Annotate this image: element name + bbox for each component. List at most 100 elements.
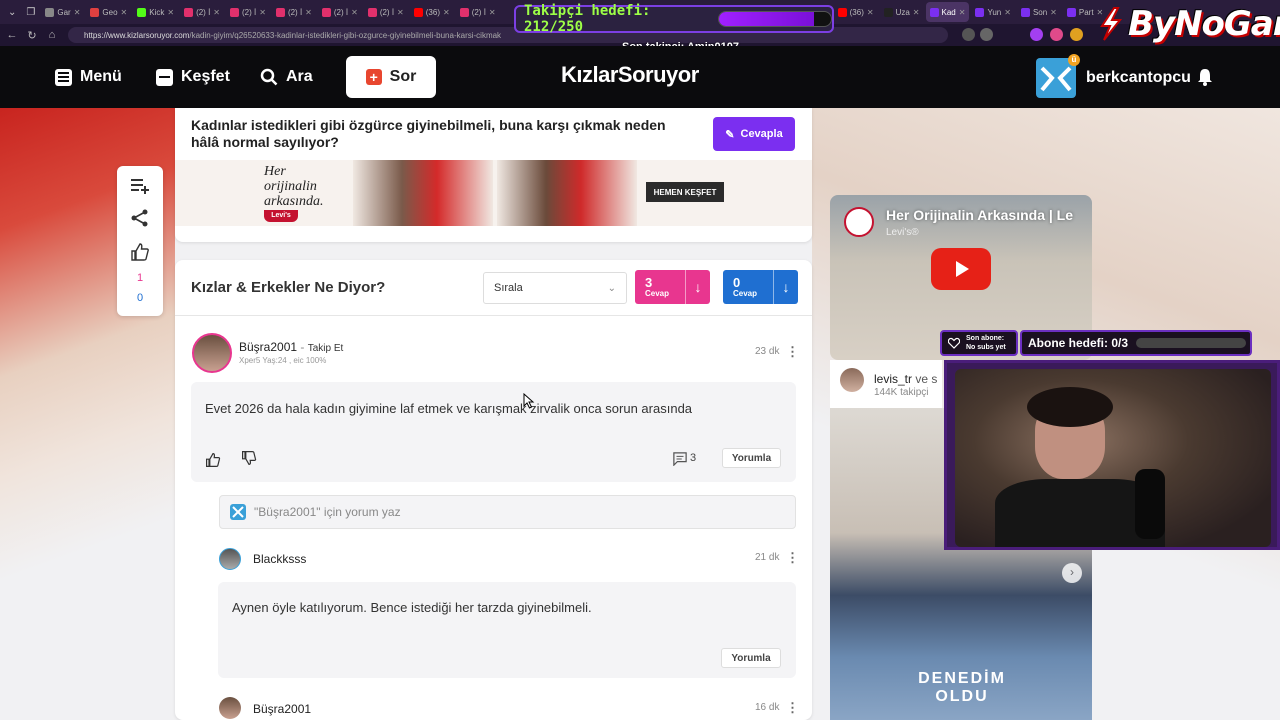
comment-icon[interactable]	[673, 452, 687, 466]
levis-profile-row[interactable]: levis_tr ve s 144K takipçi	[830, 360, 942, 408]
extension-icon[interactable]	[1070, 28, 1083, 41]
explore-button[interactable]: Keşfet	[156, 68, 230, 86]
browser-tab[interactable]: (2) İ ✕	[456, 2, 500, 22]
answers-card: Kızlar & Erkekler Ne Diyor? Sırala ⌄ 3 Ce…	[175, 260, 812, 720]
levis-followers: 144K takipçi	[874, 387, 929, 398]
follower-goal-widget: Takipçi hedefi: 212/250	[514, 3, 834, 35]
more-options-icon[interactable]: ⋮	[786, 700, 799, 716]
heart-icon	[948, 337, 960, 349]
tab-close-icon[interactable]: ✕	[351, 8, 358, 17]
share-icon[interactable]	[980, 28, 993, 41]
sort-select[interactable]: Sırala ⌄	[483, 272, 627, 304]
play-icon[interactable]	[931, 248, 991, 290]
answer-button[interactable]: ✎ Cevapla	[713, 117, 795, 151]
plus-icon: +	[365, 69, 382, 85]
boys-answers-button[interactable]: 0 Cevap ↓	[723, 270, 798, 304]
browser-tab[interactable]: Uza ✕	[880, 2, 924, 22]
browser-tab[interactable]: (2) İ ✕	[364, 2, 408, 22]
tab-favicon-icon	[275, 7, 285, 17]
chevron-right-icon[interactable]: ›	[1062, 563, 1082, 583]
explore-label: Keşfet	[181, 68, 230, 85]
avatar[interactable]	[192, 333, 232, 373]
avatar[interactable]	[219, 548, 241, 570]
girls-answer-label: Cevap	[645, 288, 670, 298]
more-options-icon[interactable]: ⋮	[786, 344, 799, 360]
post-author[interactable]: Büşra2001 - Takip Et	[239, 340, 343, 354]
browser-tab[interactable]: Geo ✕	[86, 2, 131, 22]
tab-close-icon[interactable]: ✕	[213, 8, 220, 17]
browser-tab[interactable]: Son ✕	[1017, 2, 1061, 22]
site-header: Menü Keşfet Ara + Sor KızlarSoruyor ü be…	[0, 46, 1280, 108]
browser-tab[interactable]: Yun ✕	[971, 2, 1015, 22]
comment-count: 3	[690, 452, 697, 464]
add-to-list-icon[interactable]	[130, 176, 150, 196]
browser-tab[interactable]: Gar ✕	[41, 2, 84, 22]
tab-label: Kick	[149, 7, 165, 17]
menu-icon	[55, 68, 72, 86]
tab-overview-button[interactable]: ❐	[22, 2, 39, 22]
extension-icon[interactable]	[1030, 28, 1043, 41]
tab-close-icon[interactable]: ✕	[489, 8, 496, 17]
tab-close-icon[interactable]: ✕	[959, 8, 966, 17]
tab-close-icon[interactable]: ✕	[443, 8, 450, 17]
thumbs-up-icon[interactable]	[130, 242, 150, 262]
tab-favicon-icon	[1020, 7, 1030, 17]
floating-action-bar: 1 0	[117, 166, 163, 316]
browser-tab[interactable]: (36) ✕	[410, 2, 454, 22]
reply-username[interactable]: Blackksss	[253, 552, 306, 566]
browser-tab[interactable]: (36) ✕	[834, 2, 878, 22]
tab-menu-button[interactable]: ⌄	[4, 2, 20, 22]
menu-button[interactable]: Menü	[55, 68, 122, 86]
home-icon[interactable]: ⌂	[46, 29, 58, 41]
mouse-cursor-icon	[523, 393, 535, 409]
follower-goal-label: Takipçi hedefi: 212/250	[524, 3, 651, 35]
extension-icon[interactable]	[1050, 28, 1063, 41]
tab-close-icon[interactable]: ✕	[1050, 8, 1057, 17]
site-logo[interactable]: KızlarSoruyor	[561, 62, 699, 88]
thumbs-down-icon[interactable]	[241, 450, 257, 466]
comment-button[interactable]: Yorumla	[722, 448, 781, 468]
follow-link[interactable]: Takip Et	[308, 343, 344, 354]
video-title: Her Orijinalin Arkasında | Le	[886, 207, 1074, 223]
browser-tab[interactable]: (2) İ ✕	[272, 2, 316, 22]
browser-tab[interactable]: Kad ✕	[925, 2, 970, 22]
tab-close-icon[interactable]: ✕	[167, 8, 174, 17]
avatar[interactable]	[219, 697, 241, 719]
zoom-icon[interactable]	[962, 28, 975, 41]
browser-tab[interactable]: (2) İ ✕	[226, 2, 270, 22]
back-icon[interactable]: ←	[6, 29, 18, 41]
reply-username[interactable]: Büşra2001	[253, 702, 311, 716]
bell-icon[interactable]	[1197, 68, 1213, 86]
tab-close-icon[interactable]: ✕	[305, 8, 312, 17]
comment-button[interactable]: Yorumla	[721, 648, 781, 668]
browser-tab[interactable]: Kick ✕	[133, 2, 178, 22]
levis-banner-ad[interactable]: Her orijinalin arkasında. Levi's HEMEN K…	[175, 160, 812, 226]
ask-button[interactable]: + Sor	[346, 56, 436, 98]
thumbs-up-icon[interactable]	[205, 452, 221, 468]
levis-profile-name: levis_tr ve s	[874, 372, 938, 386]
tab-close-icon[interactable]: ✕	[867, 8, 874, 17]
tab-close-icon[interactable]: ✕	[913, 8, 920, 17]
tab-favicon-icon	[45, 7, 55, 17]
tab-close-icon[interactable]: ✕	[1004, 8, 1011, 17]
ad-cta-button[interactable]: HEMEN KEŞFET	[646, 182, 724, 202]
user-menu[interactable]: ü berkcantopcu	[1036, 54, 1191, 98]
tab-label: (2) İ	[196, 7, 211, 17]
share-icon[interactable]	[130, 208, 150, 228]
girls-answers-button[interactable]: 3 Cevap ↓	[635, 270, 710, 304]
tab-close-icon[interactable]: ✕	[74, 8, 81, 17]
streamer-hair	[1027, 387, 1113, 427]
tab-close-icon[interactable]: ✕	[121, 8, 128, 17]
tab-favicon-icon	[137, 7, 147, 17]
more-options-icon[interactable]: ⋮	[786, 550, 799, 566]
reload-icon[interactable]: ↻	[26, 29, 38, 42]
browser-tab[interactable]: (2) İ ✕	[180, 2, 224, 22]
url-path: /kadin-giyim/q26520633-kadinlar-istedikl…	[189, 30, 502, 40]
browser-tab[interactable]: (2) İ ✕	[318, 2, 362, 22]
ad-photo	[497, 160, 637, 226]
comment-input[interactable]: "Büşra2001" için yorum yaz	[219, 495, 796, 529]
last-sub-widget: Son abone: No subs yet	[940, 330, 1018, 356]
search-button[interactable]: Ara	[260, 68, 313, 86]
tab-close-icon[interactable]: ✕	[259, 8, 266, 17]
tab-close-icon[interactable]: ✕	[397, 8, 404, 17]
